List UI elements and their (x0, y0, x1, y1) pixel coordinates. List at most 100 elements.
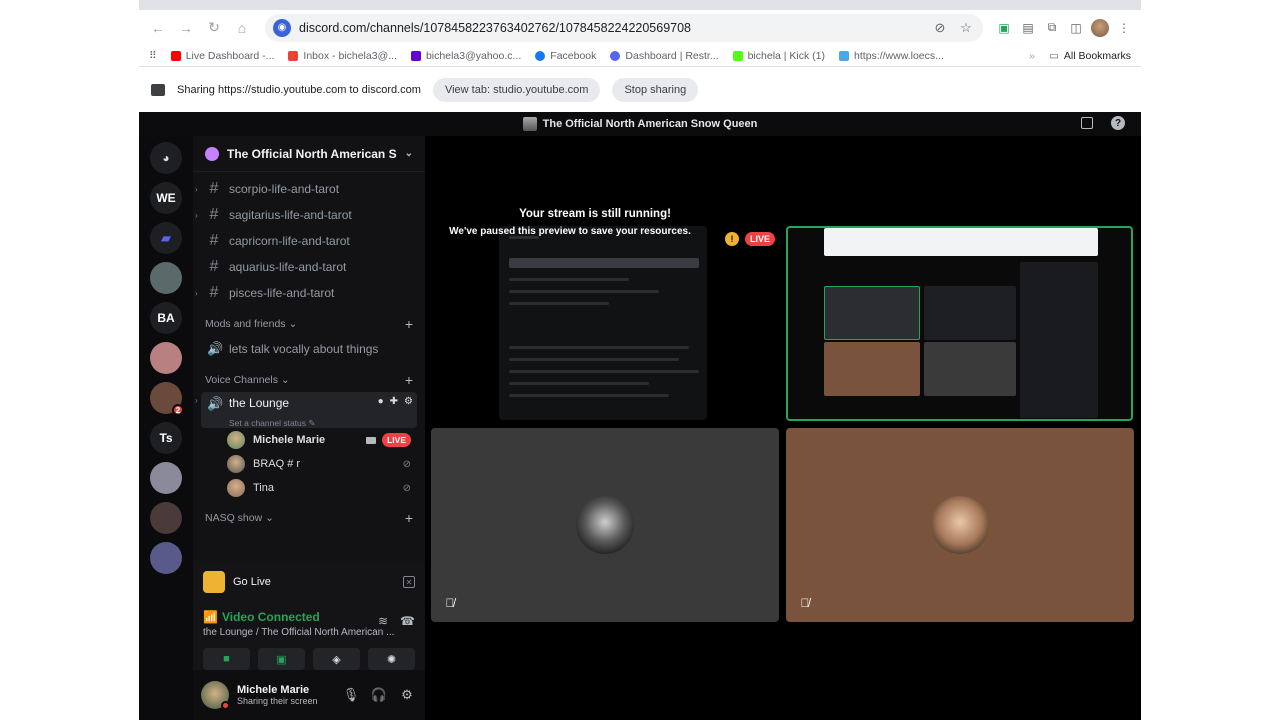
address-bar[interactable]: ◉ discord.com/channels/10784582237634027… (265, 13, 983, 42)
text-channel[interactable]: › # sagitarius-life-and-tarot (195, 202, 417, 228)
add-member-icon[interactable]: ✚ (390, 396, 398, 407)
inbox-icon[interactable] (1081, 117, 1093, 129)
participant-tile-tina[interactable]: 🎙̸ (786, 428, 1134, 622)
server-icon[interactable]: BA (150, 302, 182, 334)
bookmark-kick[interactable]: bichela | Kick (1) (732, 50, 825, 62)
home-icon[interactable]: ⌂ (231, 17, 253, 39)
view-tab-button[interactable]: View tab: studio.youtube.com (432, 77, 601, 102)
profile-avatar[interactable] (1091, 18, 1109, 37)
voice-member[interactable]: BRAQ # r ⊘ (201, 452, 417, 476)
user-avatar[interactable] (201, 681, 230, 710)
apps-grid-icon[interactable]: ⠿ (149, 50, 157, 62)
bookmark-loecs[interactable]: https://www.loecs... (839, 50, 944, 62)
text-channel[interactable]: # aquarius-life-and-tarot (201, 254, 417, 280)
bookmark-live-dashboard[interactable]: Live Dashboard -... (170, 50, 274, 62)
category-nasq-show[interactable]: NASQ show ⌄ + (201, 506, 417, 530)
server-icon[interactable] (150, 502, 182, 534)
bookmark-yahoo[interactable]: bichela3@yahoo.c... (410, 50, 521, 62)
help-icon[interactable]: ? (1111, 116, 1125, 130)
close-icon[interactable]: ✕ (403, 576, 415, 588)
activity-button[interactable]: ◈ (313, 648, 360, 670)
server-icon[interactable] (150, 542, 182, 574)
chat-icon[interactable]: ● (378, 396, 384, 407)
reload-icon[interactable]: ↻ (203, 17, 225, 39)
back-icon[interactable]: ← (147, 17, 169, 39)
bookmark-gmail[interactable]: Inbox - bichela3@... (288, 50, 397, 62)
voice-member[interactable]: Michele Marie LIVE (201, 428, 417, 452)
stream-preview-tile[interactable] (499, 226, 707, 420)
screen-share-tile[interactable] (786, 226, 1133, 421)
category-voice-channels[interactable]: Voice Channels ⌄ + (201, 368, 417, 392)
bookmark-facebook[interactable]: Facebook (535, 50, 596, 62)
preview-line (509, 346, 689, 349)
live-badge: LIVE (745, 232, 776, 246)
microphone-icon[interactable]: 🎙 (341, 687, 361, 703)
stream-paused-title: Your stream is still running! (519, 208, 671, 220)
nested-browser-chrome (824, 228, 1098, 256)
soundboard-button[interactable]: ✺ (368, 648, 415, 670)
eye-off-icon[interactable]: ⊘ (931, 20, 949, 36)
server-icon[interactable]: ◕ (150, 142, 182, 174)
muted-microphone-icon: ⊘ (402, 482, 411, 494)
speaker-icon: 🔊 (207, 341, 224, 356)
server-icon[interactable] (150, 262, 182, 294)
gear-icon[interactable]: ⚙ (404, 396, 413, 407)
chevron-down-icon: ⌄ (280, 374, 290, 386)
gmail-icon (288, 50, 299, 61)
server-header[interactable]: The Official North American S... ⌄ (193, 136, 425, 172)
chevron-right-icon: › (195, 210, 198, 220)
extension-green-icon[interactable]: ▣ (995, 19, 1013, 37)
discord-logo-icon: ◕ (162, 151, 170, 165)
window-title: The Official North American Snow Queen (542, 118, 758, 130)
connected-channel[interactable]: the Lounge / The Official North American… (203, 627, 403, 638)
voice-member[interactable]: Tina ⊘ (201, 476, 417, 500)
text-channel-group: › # scorpio-life-and-tarot › # sagitarius-lif… (195, 176, 417, 306)
extension-gray-icon[interactable]: ▤ (1019, 19, 1037, 37)
all-bookmarks-button[interactable]: ▭ All Bookmarks (1049, 50, 1131, 62)
server-icon[interactable] (150, 342, 182, 374)
soundboard-icon: ✺ (386, 653, 397, 666)
preview-line (509, 358, 679, 361)
text-channel[interactable]: # capricorn-life-and-tarot (201, 228, 417, 254)
stop-sharing-button[interactable]: Stop sharing (612, 77, 699, 102)
voice-action-buttons: ■ ▣ ◈ ✺ (203, 648, 415, 670)
channel-list: › # scorpio-life-and-tarot › # sagitarius-lif… (193, 172, 425, 534)
hash-icon: # (209, 180, 219, 197)
disconnect-icon[interactable]: ☎ (400, 614, 415, 628)
server-icon[interactable] (150, 462, 182, 494)
text-channel[interactable]: › # pisces-life-and-tarot (195, 280, 417, 306)
add-channel-icon[interactable]: + (405, 316, 413, 332)
star-icon[interactable]: ☆ (957, 20, 975, 36)
gear-icon[interactable]: ⚙ (397, 687, 417, 703)
screen-share-button[interactable]: ▣ (258, 648, 305, 670)
forward-icon[interactable]: → (175, 17, 197, 39)
server-icon[interactable]: WE (150, 182, 182, 214)
kebab-menu-icon[interactable]: ⋮ (1115, 19, 1133, 37)
go-live-banner[interactable]: Go Live ✕ (193, 561, 425, 603)
add-channel-icon[interactable]: + (405, 372, 413, 388)
channel-status-input[interactable]: Set a channel status ✎ (207, 418, 411, 429)
category-mods-and-friends[interactable]: Mods and friends ⌄ + (201, 312, 417, 336)
headphones-icon[interactable]: 🎧 (369, 687, 389, 703)
text-channel[interactable]: › # scorpio-life-and-tarot (195, 176, 417, 202)
server-icon[interactable]: 2 (150, 382, 184, 416)
bookmark-restream[interactable]: Dashboard | Restr... (610, 50, 719, 62)
warning-icon[interactable]: ! (725, 232, 739, 246)
user-name: Michele Marie (237, 684, 310, 696)
puzzle-icon[interactable]: ⧉ (1043, 19, 1061, 37)
server-icon[interactable]: Ts (150, 422, 182, 454)
participant-tile-bravo[interactable]: 🎙̸ (431, 428, 779, 622)
hash-icon: # (209, 232, 219, 249)
voice-channel-lets-talk[interactable]: 🔊 lets talk vocally about things (201, 336, 417, 362)
camera-button[interactable]: ■ (203, 648, 250, 670)
add-channel-icon[interactable]: + (405, 510, 413, 526)
channel-sidebar: The Official North American S... ⌄ › # sco… (193, 136, 425, 720)
noise-suppression-icon[interactable]: ≋ (378, 614, 388, 628)
site-info-icon[interactable]: ◉ (273, 18, 291, 37)
bookmarks-overflow-icon[interactable]: » (1029, 50, 1035, 62)
server-icon[interactable]: ▰ (150, 222, 182, 254)
chevron-down-icon: ⌄ (404, 148, 413, 159)
sidepanel-icon[interactable]: ◫ (1067, 19, 1085, 37)
voice-channel-the-lounge[interactable]: › 🔊 the Lounge ● ✚ ⚙ Set a channel statu… (195, 392, 417, 429)
channel-name: capricorn-life-and-tarot (229, 234, 350, 248)
